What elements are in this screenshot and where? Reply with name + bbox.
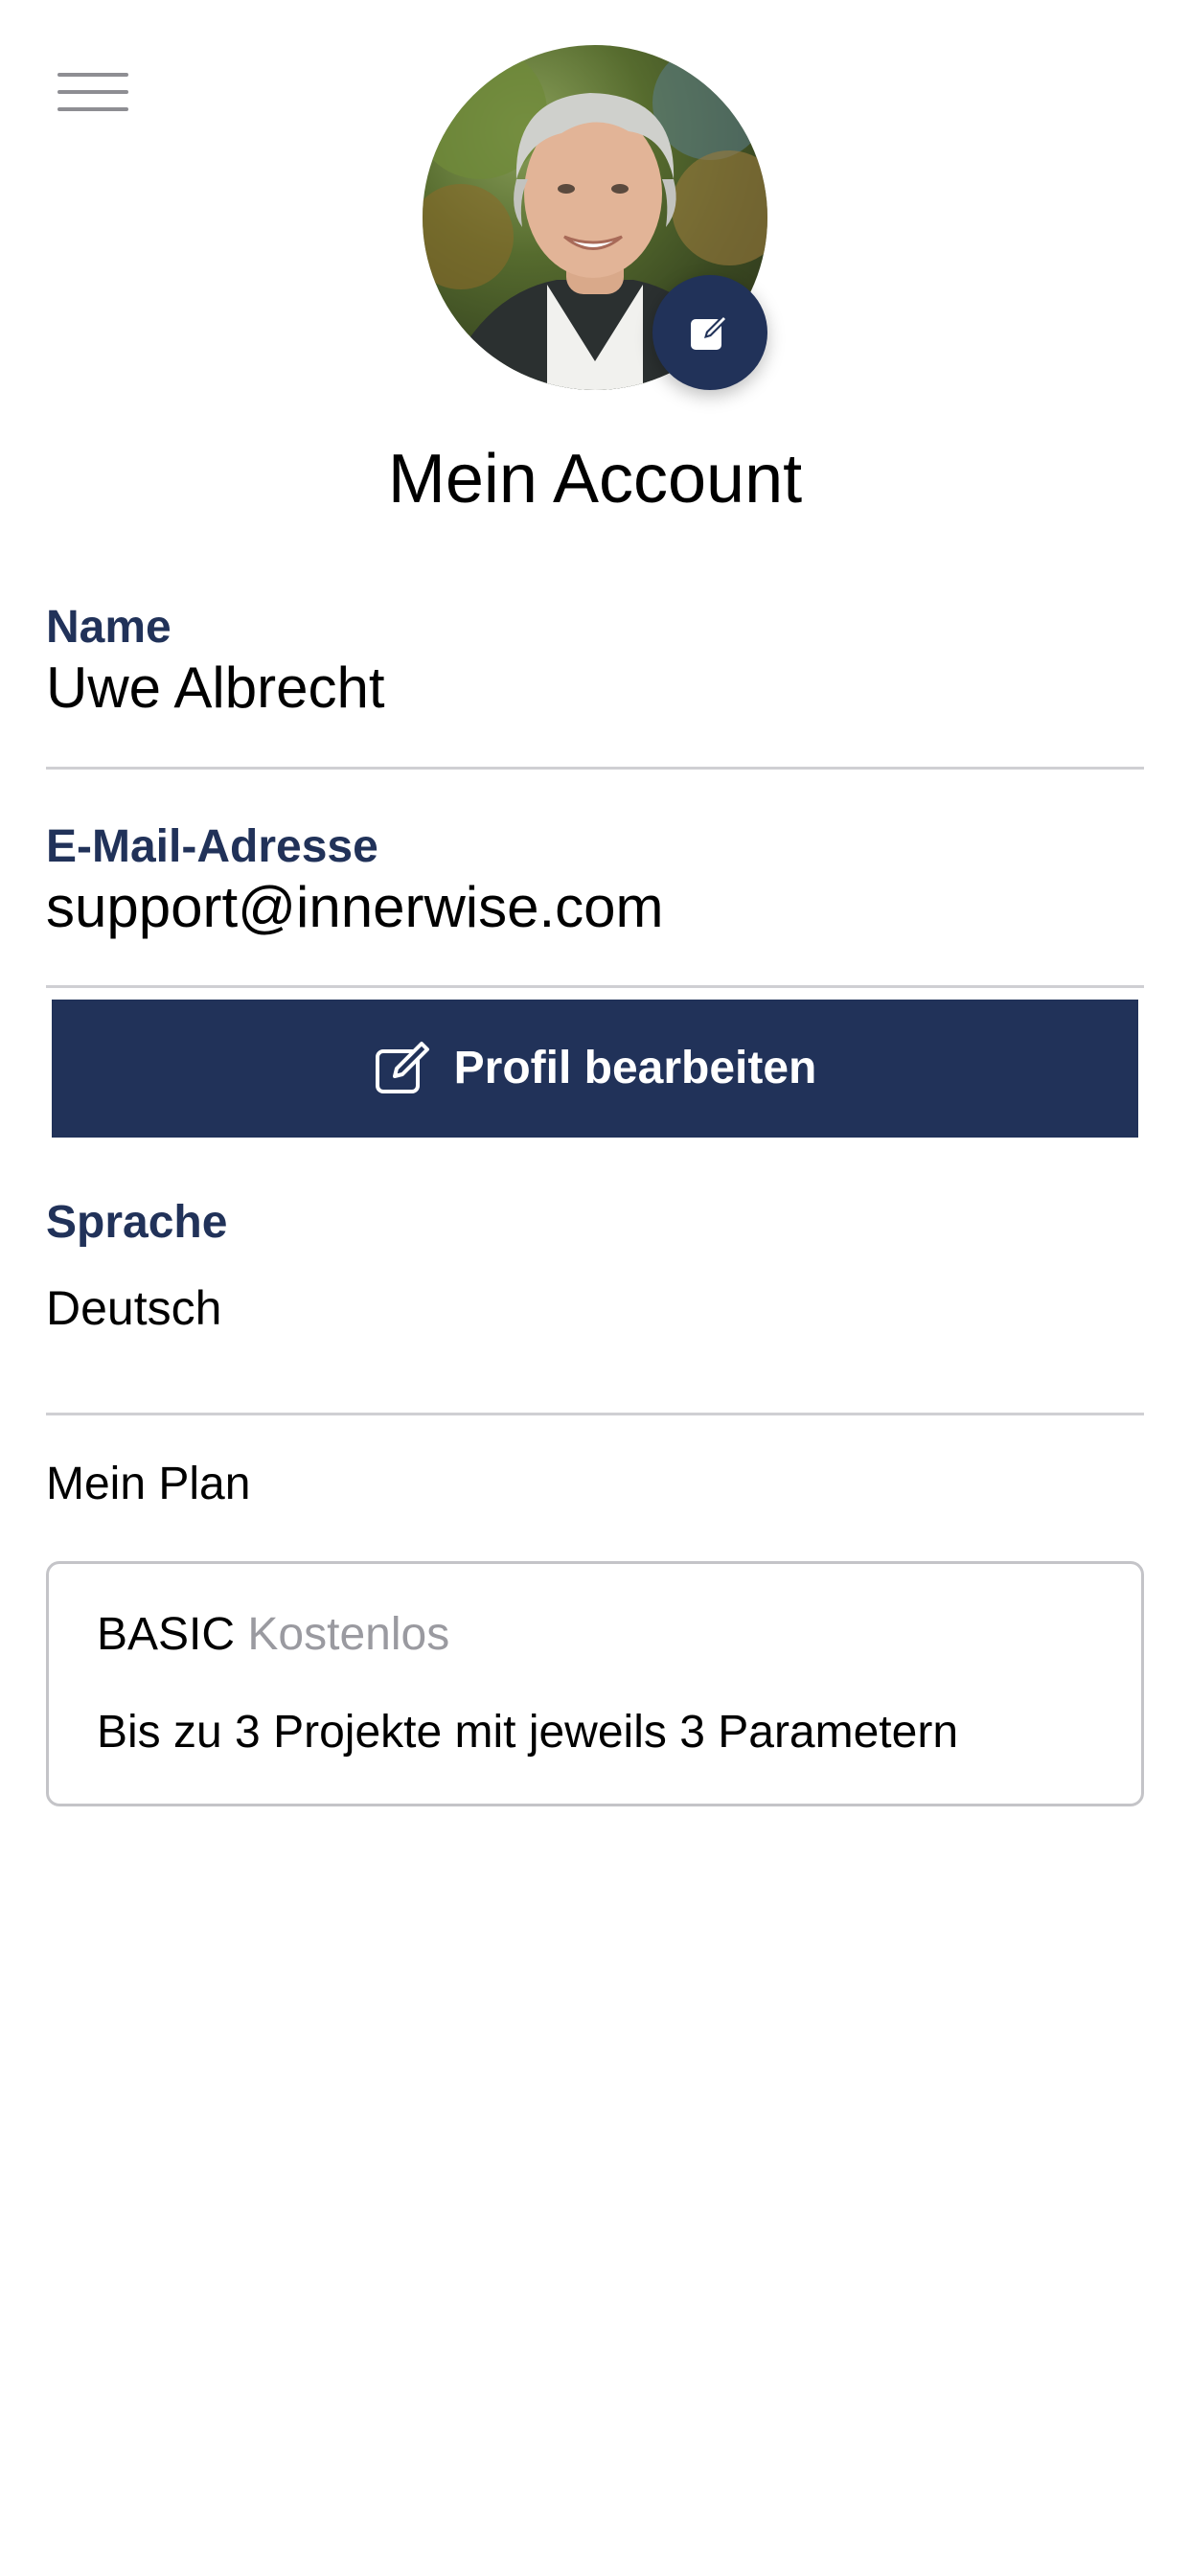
edit-profile-button[interactable]: Profil bearbeiten xyxy=(52,1000,1138,1138)
divider xyxy=(46,1413,1144,1415)
language-select[interactable]: Deutsch xyxy=(46,1279,221,1337)
plan-title: BASIC Kostenlos xyxy=(97,1606,449,1664)
plan-heading: Mein Plan xyxy=(46,1459,251,1509)
name-label: Name xyxy=(46,602,172,653)
page-title: Mein Account xyxy=(387,441,803,518)
hamburger-menu-icon[interactable] xyxy=(57,67,153,125)
plan-price: Kostenlos xyxy=(247,1609,450,1660)
email-label: E-Mail-Adresse xyxy=(46,821,378,872)
avatar-container xyxy=(423,45,767,390)
edit-profile-button-label: Profil bearbeiten xyxy=(453,1043,817,1093)
avatar-edit-button[interactable] xyxy=(652,275,767,390)
edit-square-icon xyxy=(689,311,731,354)
divider xyxy=(46,767,1144,770)
divider xyxy=(46,985,1144,988)
name-value: Uwe Albrecht xyxy=(46,656,385,720)
plan-name: BASIC xyxy=(97,1609,236,1660)
email-value: support@innerwise.com xyxy=(46,875,664,939)
edit-square-icon xyxy=(374,1040,431,1097)
plan-description: Bis zu 3 Projekte mit jeweils 3 Paramete… xyxy=(97,1707,959,1758)
plan-card[interactable]: BASIC Kostenlos Bis zu 3 Projekte mit je… xyxy=(46,1561,1144,1806)
account-page: Mein Account Name Uwe Albrecht E-Mail-Ad… xyxy=(0,0,1190,2576)
language-label: Sprache xyxy=(46,1197,228,1248)
